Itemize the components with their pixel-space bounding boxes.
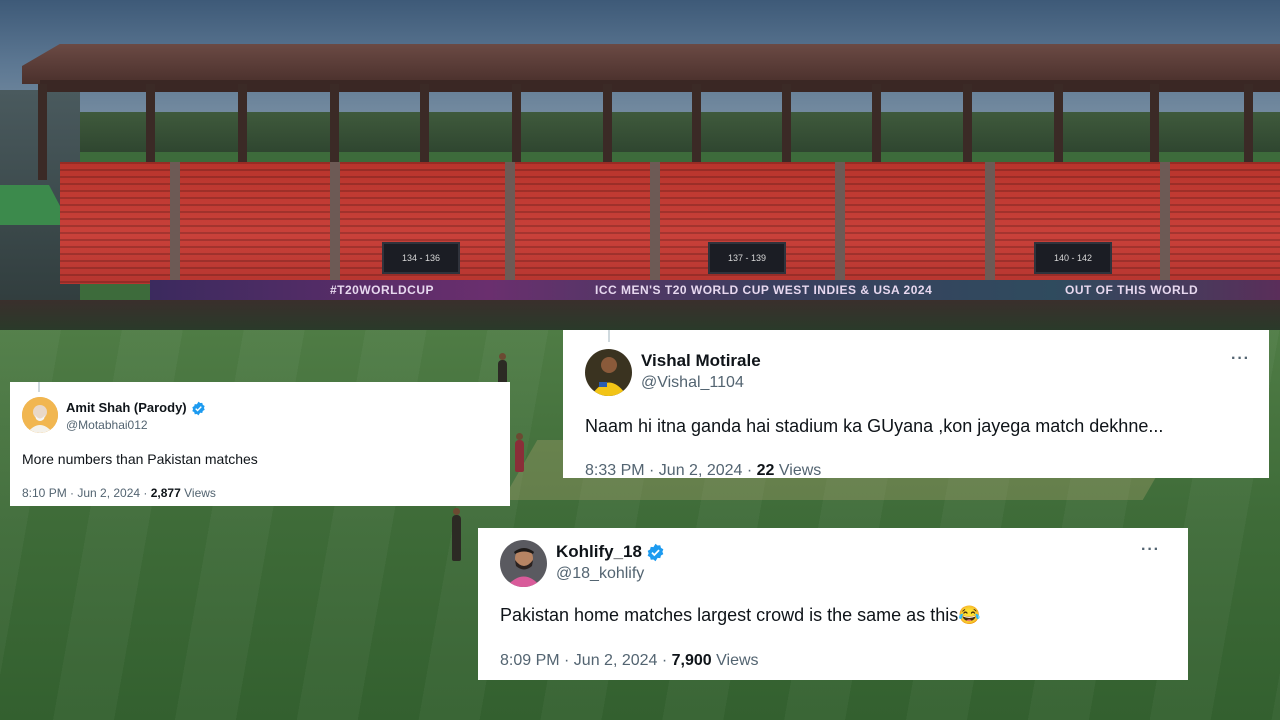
thread-line: [38, 382, 40, 392]
roof-pillar: [38, 84, 47, 180]
views-label: Views: [774, 462, 822, 479]
views-label: Views: [711, 652, 759, 669]
avatar-icon: [500, 540, 547, 587]
section-sign: 134 - 136: [382, 242, 460, 274]
author-name[interactable]: Vishal Motirale: [641, 351, 761, 371]
tweet-timestamp[interactable]: 8:09 PM · Jun 2, 2024 ·: [500, 652, 672, 669]
avatar-icon: [22, 397, 58, 433]
view-count: 22: [756, 462, 775, 479]
verified-badge-icon: [647, 543, 664, 562]
banner-hashtag: #T20WORLDCUP: [330, 283, 435, 297]
tweet-timestamp[interactable]: 8:10 PM · Jun 2, 2024 ·: [22, 486, 151, 500]
author-handle[interactable]: @Vishal_1104: [641, 374, 744, 392]
stand-aisle: [330, 162, 340, 284]
verified-badge-icon: [191, 401, 205, 416]
view-count: 7,900: [671, 652, 712, 669]
tweet-meta: 8:09 PM · Jun 2, 2024 · 7,900 Views: [500, 652, 759, 670]
tweet-meta: 8:10 PM · Jun 2, 2024 · 2,877 Views: [22, 486, 216, 500]
batter: [515, 433, 524, 472]
stand-aisle: [1160, 162, 1170, 284]
boundary-wall: [0, 300, 1280, 330]
section-sign: 137 - 139: [708, 242, 786, 274]
banner-event-title: ICC MEN'S T20 WORLD CUP WEST INDIES & US…: [595, 283, 933, 297]
fielder: [452, 508, 461, 561]
tweet-card[interactable]: Kohlify_18 @18_kohlify ··· Pakistan home…: [478, 528, 1188, 680]
stand-aisle: [985, 162, 995, 284]
author-handle[interactable]: @Motabhai012: [66, 418, 148, 432]
author-handle[interactable]: @18_kohlify: [556, 565, 644, 583]
man-portrait-avatar[interactable]: [22, 397, 58, 433]
stand-aisle: [650, 162, 660, 284]
stand-aisle: [835, 162, 845, 284]
tweet-text: Naam hi itna ganda hai stadium ka GUyana…: [585, 416, 1164, 436]
tweet-card[interactable]: Amit Shah (Parody) @Motabhai012 More num…: [10, 382, 510, 506]
stand-aisle: [170, 162, 180, 284]
treeline: [0, 112, 1280, 152]
bearded-man-avatar[interactable]: [500, 540, 547, 587]
views-label: Views: [180, 486, 216, 500]
view-count: 2,877: [150, 486, 181, 500]
thread-line: [608, 330, 610, 342]
tweet-card[interactable]: Vishal Motirale @Vishal_1104 ··· Naam hi…: [563, 330, 1269, 480]
more-options-icon[interactable]: ···: [1231, 350, 1250, 368]
banner-slogan: OUT OF THIS WORLD: [1065, 283, 1199, 297]
author-name[interactable]: Kohlify_18: [556, 542, 665, 562]
cricketer-yellow-jersey-avatar[interactable]: [585, 349, 632, 396]
stand-aisle: [505, 162, 515, 284]
tweet-text: More numbers than Pakistan matches: [22, 451, 258, 467]
advertising-banner: #T20WORLDCUP ICC MEN'S T20 WORLD CUP WES…: [150, 280, 1280, 300]
stand-roof-edge: [40, 80, 1280, 92]
section-sign: 140 - 142: [1034, 242, 1112, 274]
tweet-timestamp[interactable]: 8:33 PM · Jun 2, 2024 ·: [585, 462, 757, 479]
avatar-icon: [585, 349, 632, 396]
stand-roof: [22, 44, 1280, 84]
author-name[interactable]: Amit Shah (Parody): [66, 400, 206, 416]
tweet-meta: 8:33 PM · Jun 2, 2024 · 22 Views: [585, 462, 821, 480]
more-options-icon[interactable]: ···: [1141, 541, 1160, 559]
author-name-text: Kohlify_18: [556, 542, 642, 561]
author-name-text: Amit Shah (Parody): [66, 400, 187, 415]
tweet-text: Pakistan home matches largest crowd is t…: [500, 605, 981, 625]
